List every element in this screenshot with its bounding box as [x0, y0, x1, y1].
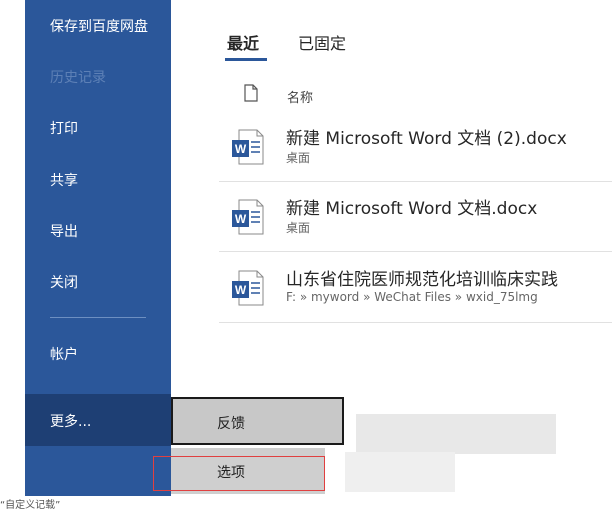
- column-header-name: 名称: [287, 91, 314, 106]
- document-outline-icon: [244, 84, 258, 106]
- recent-file-row[interactable]: W 山东省住院医师规范化培训临床实践 F: » myword » WeChat …: [219, 255, 612, 323]
- sidebar-item-account[interactable]: 帐户: [50, 344, 78, 364]
- sidebar-item-save-to-baidu[interactable]: 保存到百度网盘: [50, 16, 148, 36]
- recent-file-row[interactable]: W 新建 Microsoft Word 文档.docx 桌面: [219, 184, 612, 252]
- word-document-icon: W: [231, 269, 265, 313]
- sidebar-item-close[interactable]: 关闭: [50, 272, 78, 292]
- row-divider: [219, 251, 612, 252]
- file-path: 桌面: [286, 151, 311, 165]
- feedback-label: 反馈: [217, 416, 245, 432]
- tab-recent[interactable]: 最近: [227, 30, 259, 54]
- sidebar-item-print[interactable]: 打印: [50, 118, 78, 138]
- blurred-region: [356, 414, 556, 454]
- file-path: F: » myword » WeChat Files » wxid_75lmg: [286, 290, 538, 304]
- tab-active-indicator: [225, 58, 267, 61]
- recent-file-row[interactable]: W 新建 Microsoft Word 文档 (2).docx 桌面: [219, 114, 612, 182]
- sidebar-divider: [50, 317, 146, 318]
- svg-text:W: W: [235, 212, 247, 226]
- options-label: 选项: [217, 465, 245, 481]
- caption-text: “自定义记载”: [0, 500, 61, 511]
- sidebar-item-history: 历史记录: [50, 70, 106, 86]
- more-menu-feedback[interactable]: 反馈: [171, 397, 344, 445]
- tab-pinned[interactable]: 已固定: [298, 30, 346, 54]
- backstage-sidebar: 保存到百度网盘 历史记录 打印 共享 导出 关闭 帐户 更多...: [25, 0, 171, 496]
- file-name: 新建 Microsoft Word 文档.docx: [286, 199, 538, 219]
- blurred-region: [345, 452, 455, 492]
- row-divider: [219, 181, 612, 182]
- word-document-icon: W: [231, 198, 265, 242]
- svg-text:W: W: [235, 142, 247, 156]
- row-divider: [219, 322, 612, 323]
- svg-text:W: W: [235, 283, 247, 297]
- file-name: 山东省住院医师规范化培训临床实践: [286, 270, 558, 290]
- more-menu-options[interactable]: 选项: [171, 448, 325, 494]
- sidebar-item-more[interactable]: 更多...: [25, 394, 171, 446]
- file-name: 新建 Microsoft Word 文档 (2).docx: [286, 129, 567, 149]
- sidebar-more-label: 更多...: [50, 414, 92, 430]
- file-path: 桌面: [286, 221, 311, 235]
- sidebar-item-export[interactable]: 导出: [50, 221, 78, 241]
- sidebar-item-share[interactable]: 共享: [50, 170, 78, 190]
- word-document-icon: W: [231, 128, 265, 172]
